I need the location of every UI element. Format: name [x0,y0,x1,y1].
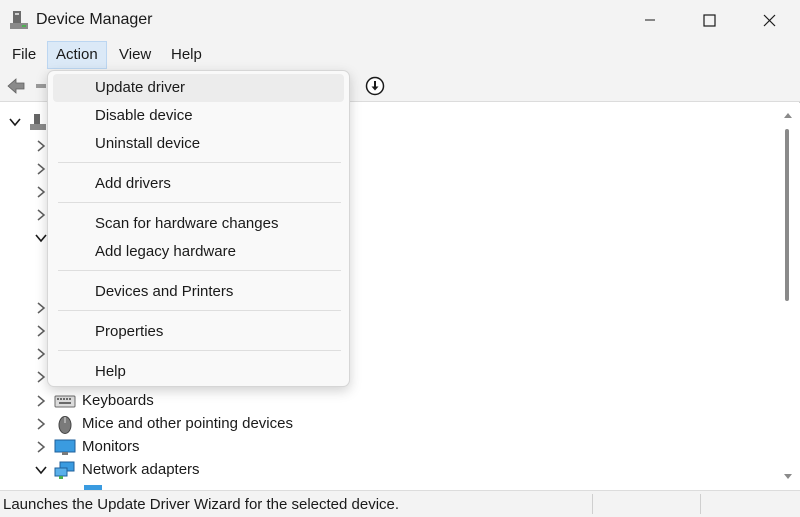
menu-item-add-legacy-hardware[interactable]: Add legacy hardware [53,238,344,266]
scroll-down-icon[interactable] [783,473,793,481]
status-divider [592,494,593,514]
tree-item-mice[interactable]: Mice and other pointing devices [0,413,760,436]
tree-item-monitors[interactable]: Monitors [0,436,760,459]
vertical-scrollbar[interactable] [780,103,800,490]
tree-item-label: Monitors [82,438,140,455]
menu-separator [58,310,341,311]
menu-item-properties[interactable]: Properties [53,318,344,346]
menu-separator [58,202,341,203]
menu-separator [58,350,341,351]
menu-item-update-driver[interactable]: Update driver [53,74,344,102]
chevron-right-icon[interactable] [34,162,48,176]
minimize-icon [645,19,655,21]
chevron-right-icon[interactable] [34,324,48,338]
menu-separator [58,270,341,271]
close-button[interactable] [746,0,792,40]
chevron-right-icon[interactable] [34,301,48,315]
menu-item-scan-hardware-changes[interactable]: Scan for hardware changes [53,210,344,238]
keyboard-icon [54,395,76,408]
menu-item-label: Update driver [95,79,186,96]
device-manager-app-icon [10,11,28,29]
tree-item-label: Network adapters [82,461,200,478]
network-adapter-icon [54,461,75,479]
chevron-right-icon[interactable] [34,417,48,431]
menu-file[interactable]: File [4,41,44,69]
tree-item-keyboards[interactable]: Keyboards [0,390,760,413]
update-driver-icon[interactable] [364,75,386,97]
chevron-down-icon[interactable] [34,231,48,245]
menu-item-label: Help [95,363,126,380]
status-text: Launches the Update Driver Wizard for th… [3,496,400,513]
tree-item-label: Mice and other pointing devices [82,415,293,432]
chevron-right-icon[interactable] [34,370,48,384]
chevron-down-icon[interactable] [8,115,22,129]
menu-item-label: Properties [95,323,164,340]
chevron-right-icon[interactable] [34,185,48,199]
chevron-right-icon[interactable] [34,347,48,361]
minimize-button[interactable] [627,0,673,40]
close-icon [763,14,775,26]
back-arrow-icon[interactable] [5,75,27,97]
action-menu-dropdown: Update driver Disable device Uninstall d… [47,70,350,387]
menu-separator [58,162,341,163]
window-title: Device Manager [36,11,153,28]
menu-item-label: Scan for hardware changes [95,215,279,232]
menu-view[interactable]: View [111,41,159,69]
tree-item-network-adapters[interactable]: Network adapters [0,459,760,482]
menu-item-disable-device[interactable]: Disable device [53,102,344,130]
title-bar: Device Manager [0,0,800,40]
tree-item-label: Keyboards [82,392,154,409]
menu-item-label: Add legacy hardware [95,243,236,260]
menu-item-add-drivers[interactable]: Add drivers [53,170,344,198]
menu-action[interactable]: Action [47,41,107,69]
menu-item-label: Disable device [95,107,193,124]
menu-item-uninstall-device[interactable]: Uninstall device [53,130,344,158]
scroll-up-icon[interactable] [783,111,793,119]
menu-bar: File Action View Help [0,40,800,70]
status-bar: Launches the Update Driver Wizard for th… [0,490,800,517]
tree-item-partial [0,482,760,490]
chevron-right-icon[interactable] [34,208,48,222]
menu-item-label: Uninstall device [95,135,201,152]
device-manager-window: Device Manager File Action View Help Key… [0,0,800,517]
menu-item-label: Add drivers [95,175,171,192]
maximize-button[interactable] [686,0,732,40]
menu-item-label: Devices and Printers [95,283,234,300]
monitor-icon [54,439,76,455]
chevron-down-icon[interactable] [34,463,48,477]
chevron-right-icon[interactable] [34,440,48,454]
maximize-icon [702,13,716,27]
status-divider [700,494,701,514]
menu-item-help[interactable]: Help [53,358,344,386]
menu-help[interactable]: Help [163,41,210,69]
chevron-right-icon[interactable] [34,394,48,408]
mouse-icon [58,416,72,434]
scrollbar-thumb[interactable] [785,129,789,301]
chevron-right-icon[interactable] [34,139,48,153]
menu-item-devices-and-printers[interactable]: Devices and Printers [53,278,344,306]
